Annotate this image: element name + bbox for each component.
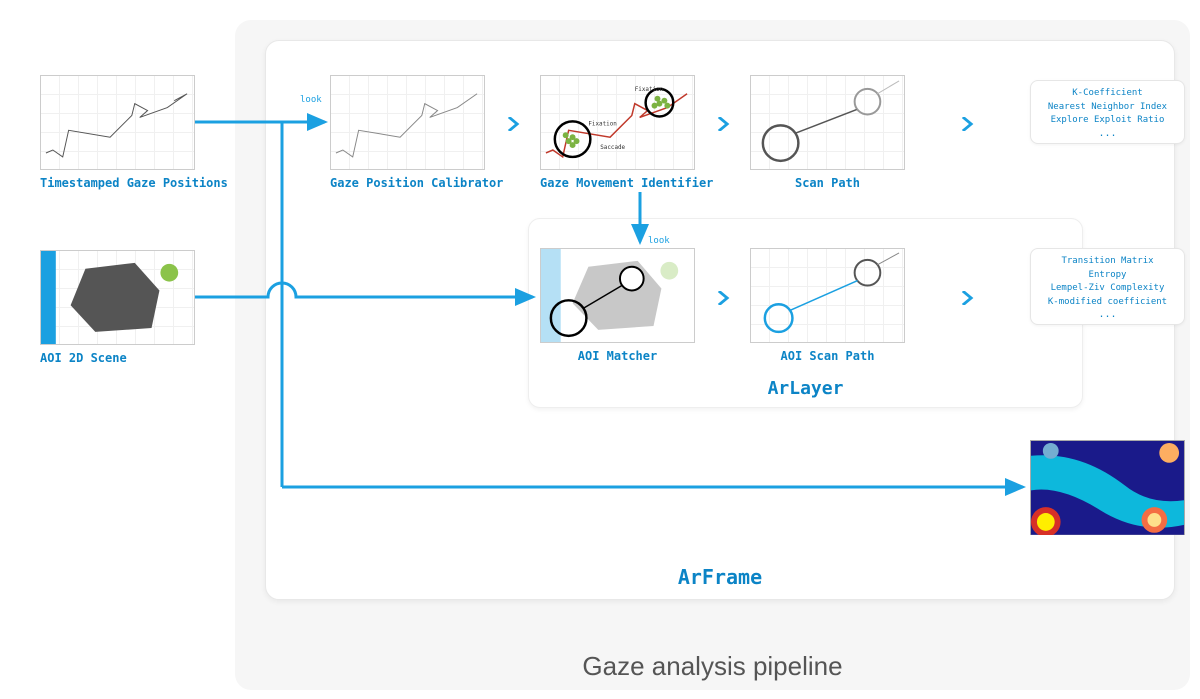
scan-path-analyzer: K-Coefficient Nearest Neighbor Index Exp… (1030, 80, 1185, 144)
gaze-calibrator-label: Gaze Position Calibrator (330, 176, 503, 190)
aoi-analyzer-group: Transition Matrix Entropy Lempel-Ziv Com… (1030, 248, 1185, 282)
aoi-matcher-label: AOI Matcher (540, 349, 695, 363)
aoi-scene-label: AOI 2D Scene (40, 351, 195, 365)
chevron-right-icon (960, 290, 974, 304)
aoi-scene-thumb (40, 250, 195, 345)
scan-path-label: Scan Path (750, 176, 905, 190)
chevron-right-icon (960, 116, 974, 130)
svg-text:Fixation: Fixation (635, 87, 664, 93)
gaze-calibrator: Gaze Position Calibrator (330, 75, 503, 190)
input-gaze-positions: Timestamped Gaze Positions (40, 75, 228, 190)
chevron-right-icon (506, 116, 520, 130)
svg-text:Saccade: Saccade (600, 145, 625, 151)
analyzer-item: Nearest Neighbor Index (1035, 101, 1180, 115)
identifier-label: Gaze Movement Identifier (540, 176, 713, 190)
aoi-scan-path: AOI Scan Path (750, 248, 905, 363)
arlayer-title: ArLayer (768, 378, 844, 399)
analyzer-item: Explore Exploit Ratio (1035, 114, 1180, 128)
analyzer-item: Entropy (1035, 269, 1180, 283)
aoi-scan-path-analyzer: Transition Matrix Entropy Lempel-Ziv Com… (1030, 248, 1185, 325)
svg-text:Fixation: Fixation (588, 121, 617, 127)
heatmap-group: Heatmap (1030, 440, 1185, 460)
analyzer-item: K-Coefficient (1035, 87, 1180, 101)
chevron-right-icon (716, 116, 730, 130)
aoi-scan-path-thumb (750, 248, 905, 343)
analyzer-item: K-modified coefficient (1035, 296, 1180, 310)
pipeline-title: Gaze analysis pipeline (582, 651, 842, 682)
heatmap-thumb (1030, 440, 1185, 535)
look-label-b: look (648, 236, 670, 246)
analyzer-item: Lempel-Ziv Complexity (1035, 282, 1180, 296)
gaze-positions-label: Timestamped Gaze Positions (40, 176, 228, 190)
look-label-a: look (300, 95, 322, 105)
aoi-matcher: AOI Matcher (540, 248, 695, 363)
analyzer-dots: ... (1035, 309, 1180, 320)
scan-path-thumb (750, 75, 905, 170)
aoi-matcher-thumb (540, 248, 695, 343)
gaze-positions-thumb (40, 75, 195, 170)
aoi-scan-path-label: AOI Scan Path (750, 349, 905, 363)
scan-path-analyzer-group: K-Coefficient Nearest Neighbor Index Exp… (1030, 80, 1185, 100)
input-aoi-scene: AOI 2D Scene (40, 250, 195, 365)
gaze-calibrator-thumb (330, 75, 485, 170)
gaze-movement-identifier: Fixation Fixation Saccade Gaze Movement … (540, 75, 713, 190)
arframe-title: ArFrame (678, 565, 762, 589)
identifier-thumb: Fixation Fixation Saccade (540, 75, 695, 170)
scan-path: Scan Path (750, 75, 905, 190)
chevron-right-icon (716, 290, 730, 304)
analyzer-dots: ... (1035, 128, 1180, 139)
analyzer-item: Transition Matrix (1035, 255, 1180, 269)
